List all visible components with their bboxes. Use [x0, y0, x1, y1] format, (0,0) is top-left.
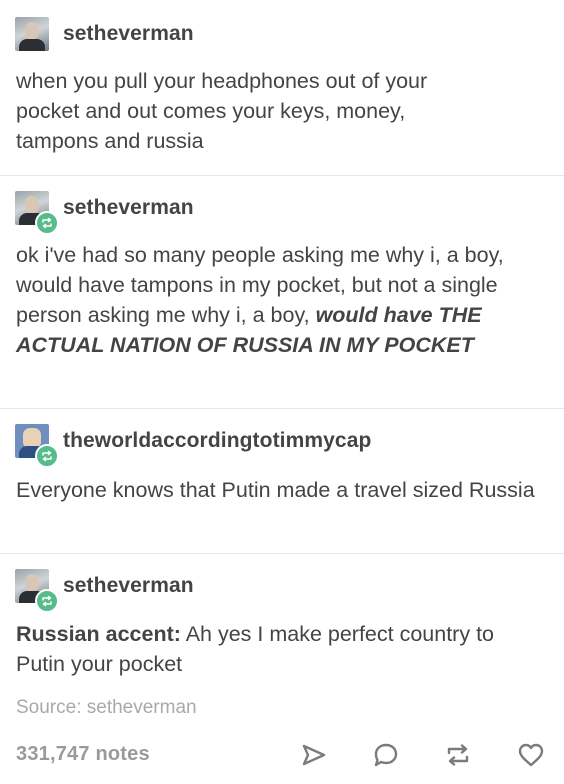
avatar[interactable] — [15, 17, 49, 51]
share-icon[interactable] — [298, 739, 330, 771]
username[interactable]: setheverman — [63, 574, 194, 598]
post-text-line: pocket and out comes your keys, money, — [16, 99, 406, 123]
reply-icon[interactable] — [370, 739, 402, 771]
reblog-icon — [35, 444, 59, 468]
post-body: Russian accent: Ah yes I make perfect co… — [16, 619, 546, 679]
notes-count[interactable]: 331,747 notes — [16, 743, 150, 766]
post-text-line: tampons and russia — [16, 129, 204, 153]
post-footer: 331,747 notes — [0, 735, 564, 775]
reblog-icon — [35, 589, 59, 613]
post-header: setheverman — [15, 17, 194, 51]
username[interactable]: setheverman — [63, 22, 194, 46]
source-link[interactable]: setheverman — [87, 697, 197, 718]
source-label: Source: — [16, 697, 82, 718]
divider — [0, 408, 564, 409]
divider — [0, 553, 564, 554]
post-text-emphasis: Russian accent: — [16, 622, 181, 646]
post-body: ok i've had so many people asking me why… — [16, 240, 551, 360]
post-body: when you pull your headphones out of you… — [16, 66, 551, 156]
source-line: Source: setheverman — [16, 697, 197, 719]
reblog-icon[interactable] — [442, 739, 474, 771]
divider — [0, 175, 564, 176]
post-header: theworldaccordingtotimmycap — [15, 424, 371, 458]
post-body: Everyone knows that Putin made a travel … — [16, 478, 535, 502]
like-icon[interactable] — [515, 739, 547, 771]
post-text-line: when you pull your headphones out of you… — [16, 69, 428, 93]
reblog-icon — [35, 211, 59, 235]
username[interactable]: setheverman — [63, 196, 194, 220]
username[interactable]: theworldaccordingtotimmycap — [63, 429, 371, 453]
